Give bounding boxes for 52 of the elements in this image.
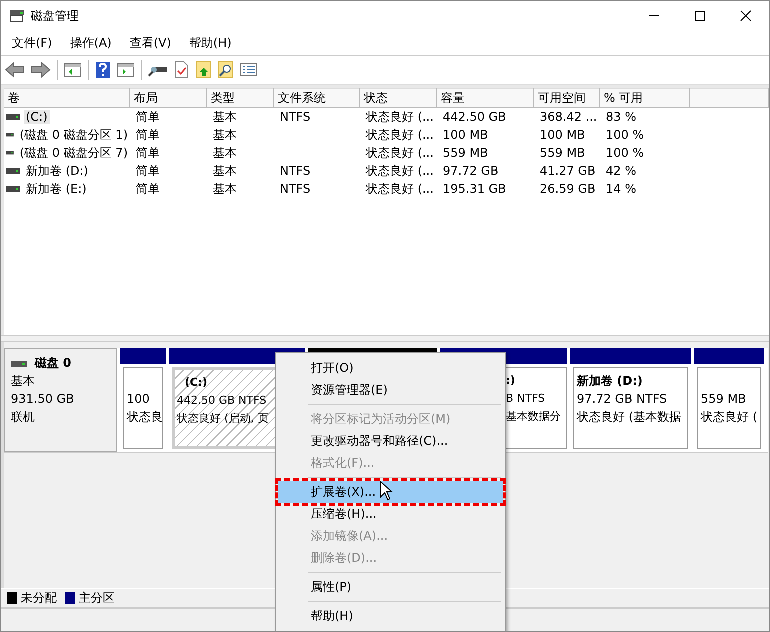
table-cell: 简单 — [136, 164, 160, 178]
disk-size: 931.50 GB — [11, 391, 76, 408]
partition-name: :) — [506, 373, 516, 389]
partition-size: B NTFS — [506, 391, 546, 407]
table-cell: 195.31 GB — [443, 182, 506, 196]
table-cell: 100 MB — [443, 128, 488, 142]
partition-size: 97.72 GB NTFS — [577, 391, 668, 408]
table-cell: 559 MB — [540, 146, 586, 160]
table-cell: 100 % — [606, 128, 644, 142]
table-cell: 基本 — [213, 164, 237, 178]
table-cell: 基本 — [213, 128, 237, 142]
table-cell: 97.72 GB — [443, 164, 499, 178]
table-cell: 简单 — [136, 146, 160, 160]
table-cell: 100 MB — [540, 128, 586, 142]
table-cell: 83 % — [606, 110, 636, 124]
partition-name: 新加卷 (D:) — [577, 373, 644, 390]
table-cell: 559 MB — [443, 146, 488, 160]
table-cell: 简单 — [136, 110, 160, 124]
table-cell: NTFS — [280, 164, 311, 178]
table-cell: 26.59 GB — [540, 182, 596, 196]
table-cell: 简单 — [136, 182, 160, 196]
table-cell: 状态良好 (... — [366, 182, 434, 196]
table-cell: 442.50 GB — [443, 110, 506, 124]
disk-name: 磁盘 0 — [35, 355, 72, 372]
partition-size: 100 — [127, 391, 151, 408]
table-cell: 基本 — [213, 110, 237, 124]
disk-type: 基本 — [11, 373, 36, 390]
table-cell: 状态良好 (... — [366, 146, 434, 160]
table-cell: 41.27 GB — [540, 164, 596, 178]
table-cell: 状态良好 (... — [366, 110, 434, 124]
legend-label: 主分区 — [79, 590, 115, 606]
legend-label: 未分配 — [21, 590, 57, 606]
window-title: 磁盘管理 — [31, 8, 79, 24]
table-cell: NTFS — [280, 110, 311, 124]
partition-size: 559 MB — [701, 391, 748, 408]
table-cell: 14 % — [606, 182, 636, 196]
partition-status: 状态良好 (基本数据 — [577, 409, 682, 426]
table-cell: 42 % — [606, 164, 636, 178]
table-cell: 状态良好 (... — [366, 128, 434, 142]
partition-status: 状态良好 ( — [701, 409, 757, 426]
table-cell: 基本 — [213, 182, 237, 196]
table-cell: 368.42 ... — [540, 110, 598, 124]
partition-status: 基本数据分 — [506, 409, 562, 425]
partition-size: 442.50 GB NTFS — [177, 393, 267, 409]
table-cell: 状态良好 (... — [366, 164, 434, 178]
table-cell: 100 % — [606, 146, 644, 160]
partition-status: 状态良好 (启动, 页 — [177, 411, 269, 427]
partition-name: (C:) — [185, 375, 208, 391]
table-cell: NTFS — [280, 182, 311, 196]
disk-status: 联机 — [11, 409, 36, 426]
table-cell: 简单 — [136, 128, 160, 142]
table-cell: 基本 — [213, 146, 237, 160]
